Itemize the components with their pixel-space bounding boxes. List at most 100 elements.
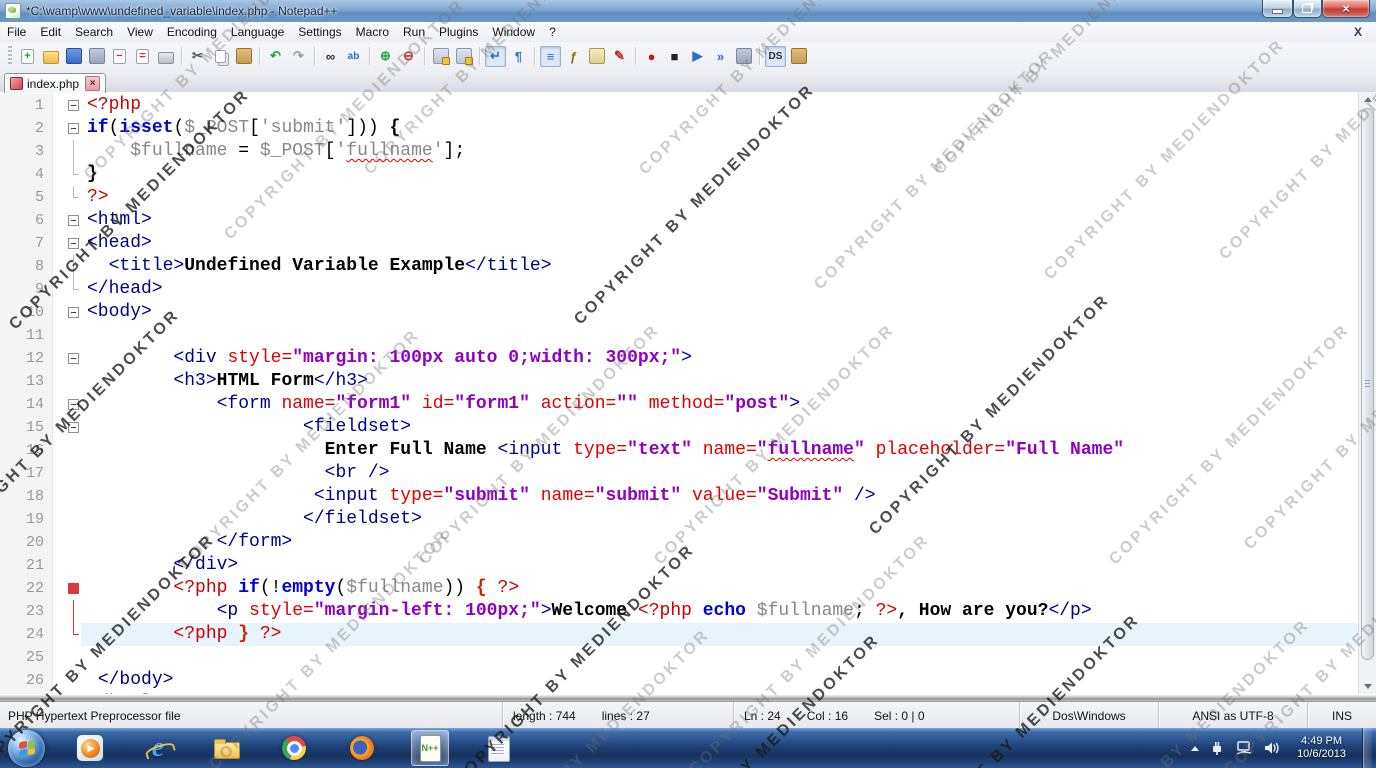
- code-text[interactable]: </form>: [81, 531, 1359, 554]
- code-text[interactable]: if(isset($_POST['submit'])) {: [81, 117, 1359, 140]
- code-text[interactable]: <input type="submit" name="submit" value…: [81, 485, 1359, 508]
- menu-item-plugins[interactable]: Plugins: [432, 23, 485, 41]
- code-line-21[interactable]: 21 </div>: [0, 554, 1359, 577]
- bookmark-margin[interactable]: [52, 554, 65, 577]
- fold-collapse-icon[interactable]: [65, 416, 81, 439]
- show-all-characters-icon[interactable]: ¶: [508, 46, 529, 67]
- code-line-26[interactable]: 26 </body>: [0, 669, 1359, 692]
- code-text[interactable]: </body>: [81, 669, 1359, 692]
- code-line-9[interactable]: 9 </head>: [0, 278, 1359, 301]
- menu-item-edit[interactable]: Edit: [33, 23, 68, 41]
- taskbar-clock[interactable]: 4:49 PM 10/6/2013: [1291, 735, 1352, 761]
- scroll-down-arrow-icon[interactable]: [1359, 679, 1376, 694]
- line-number[interactable]: 24: [0, 623, 52, 646]
- line-number[interactable]: 1: [0, 94, 52, 117]
- minimize-button[interactable]: [1262, 0, 1293, 18]
- windows-explorer-taskbar-button[interactable]: [207, 730, 245, 766]
- line-number[interactable]: 10: [0, 301, 52, 324]
- line-number[interactable]: 5: [0, 186, 52, 209]
- bookmark-margin[interactable]: [52, 255, 65, 278]
- code-text[interactable]: Enter Full Name <input type="text" name=…: [81, 439, 1359, 462]
- bookmark-margin[interactable]: [52, 301, 65, 324]
- code-line-7[interactable]: 7 <head>: [0, 232, 1359, 255]
- open-folder-icon[interactable]: [40, 46, 61, 67]
- line-number[interactable]: 18: [0, 485, 52, 508]
- tab-close-icon[interactable]: ×: [85, 76, 101, 91]
- new-file-icon[interactable]: +: [17, 46, 38, 67]
- encoding-status[interactable]: ANSI as UTF-8: [1158, 702, 1307, 729]
- bookmark-margin[interactable]: [52, 209, 65, 232]
- code-line-1[interactable]: 1 <?php: [0, 94, 1359, 117]
- line-number[interactable]: 21: [0, 554, 52, 577]
- sync-vertical-icon[interactable]: [430, 46, 451, 67]
- line-number[interactable]: 14: [0, 393, 52, 416]
- code-line-23[interactable]: 23 <p style="margin-left: 100px;">Welcom…: [0, 600, 1359, 623]
- line-number[interactable]: 9: [0, 278, 52, 301]
- notepad-taskbar-button[interactable]: [479, 730, 517, 766]
- bookmark-margin[interactable]: [52, 140, 65, 163]
- internet-explorer-taskbar-button[interactable]: [139, 730, 177, 766]
- line-number[interactable]: 26: [0, 669, 52, 692]
- code-text[interactable]: <fieldset>: [81, 416, 1359, 439]
- code-line-5[interactable]: 5 ?>: [0, 186, 1359, 209]
- menu-item-encoding[interactable]: Encoding: [160, 23, 224, 41]
- restore-button[interactable]: [1293, 0, 1322, 18]
- bookmark-margin[interactable]: [52, 393, 65, 416]
- close-button[interactable]: ×: [1322, 0, 1370, 18]
- line-number[interactable]: 12: [0, 347, 52, 370]
- title-bar[interactable]: *C:\wamp\www\undefined_variable\index.ph…: [0, 0, 1376, 23]
- menu-item-view[interactable]: View: [120, 23, 160, 41]
- fold-collapse-icon[interactable]: [65, 232, 81, 255]
- code-text[interactable]: <?php if(!empty($fullname)) { ?>: [81, 577, 1359, 600]
- line-number[interactable]: 11: [0, 324, 52, 347]
- bookmark-margin[interactable]: [52, 485, 65, 508]
- line-number[interactable]: 20: [0, 531, 52, 554]
- bookmark-margin[interactable]: [52, 646, 65, 669]
- bookmark-margin[interactable]: [52, 186, 65, 209]
- bookmark-margin[interactable]: [52, 347, 65, 370]
- bookmark-margin[interactable]: [52, 600, 65, 623]
- fold-collapse-icon[interactable]: [65, 117, 81, 140]
- document-map-icon[interactable]: [586, 46, 607, 67]
- macro-save-icon[interactable]: [733, 46, 754, 67]
- code-text[interactable]: <?php: [81, 94, 1359, 117]
- fold-collapse-icon[interactable]: [65, 393, 81, 416]
- macro-stop-icon[interactable]: ■: [664, 46, 685, 67]
- bookmark-margin[interactable]: [52, 439, 65, 462]
- menu-item-help[interactable]: ?: [542, 23, 563, 41]
- bookmark-margin[interactable]: [52, 278, 65, 301]
- start-button[interactable]: [8, 729, 45, 767]
- code-line-8[interactable]: 8 <title>Undefined Variable Example</tit…: [0, 255, 1359, 278]
- eol-format-status[interactable]: Dos\Windows: [1019, 702, 1158, 729]
- code-line-20[interactable]: 20 </form>: [0, 531, 1359, 554]
- code-line-24[interactable]: 24 <?php } ?>: [0, 623, 1359, 646]
- line-number[interactable]: 8: [0, 255, 52, 278]
- chrome-taskbar-button[interactable]: [275, 730, 313, 766]
- code-line-10[interactable]: 10 <body>: [0, 301, 1359, 324]
- code-line-17[interactable]: 17 <br />: [0, 462, 1359, 485]
- macro-record-icon[interactable]: ●: [641, 46, 662, 67]
- code-line-15[interactable]: 15 <fieldset>: [0, 416, 1359, 439]
- code-line-25[interactable]: 25: [0, 646, 1359, 669]
- bookmark-margin[interactable]: [52, 370, 65, 393]
- menu-item-macro[interactable]: Macro: [349, 23, 396, 41]
- scroll-up-arrow-icon[interactable]: [1359, 92, 1376, 107]
- code-line-6[interactable]: 6 <html>: [0, 209, 1359, 232]
- macro-play-icon[interactable]: ▶: [687, 46, 708, 67]
- code-text[interactable]: <br />: [81, 462, 1359, 485]
- tab-index-php[interactable]: index.php ×: [4, 73, 107, 93]
- line-number[interactable]: 22: [0, 577, 52, 600]
- power-plug-icon[interactable]: [1209, 740, 1225, 756]
- fold-collapse-icon[interactable]: [65, 209, 81, 232]
- notepad-plus-plus-taskbar-button[interactable]: [411, 730, 449, 766]
- fold-collapse-icon[interactable]: [65, 301, 81, 324]
- line-number[interactable]: 16: [0, 439, 52, 462]
- line-number[interactable]: 7: [0, 232, 52, 255]
- fold-collapse-icon[interactable]: [65, 577, 81, 600]
- code-editor[interactable]: 1 <?php 2 if(isset($_POST['submit'])) {3 $f…: [0, 92, 1359, 694]
- insert-mode-status[interactable]: INS: [1307, 702, 1376, 729]
- code-text[interactable]: </div>: [81, 554, 1359, 577]
- code-line-4[interactable]: 4}: [0, 163, 1359, 186]
- code-text[interactable]: <p style="margin-left: 100px;">Welcome <…: [81, 600, 1359, 623]
- bookmark-margin[interactable]: [52, 623, 65, 646]
